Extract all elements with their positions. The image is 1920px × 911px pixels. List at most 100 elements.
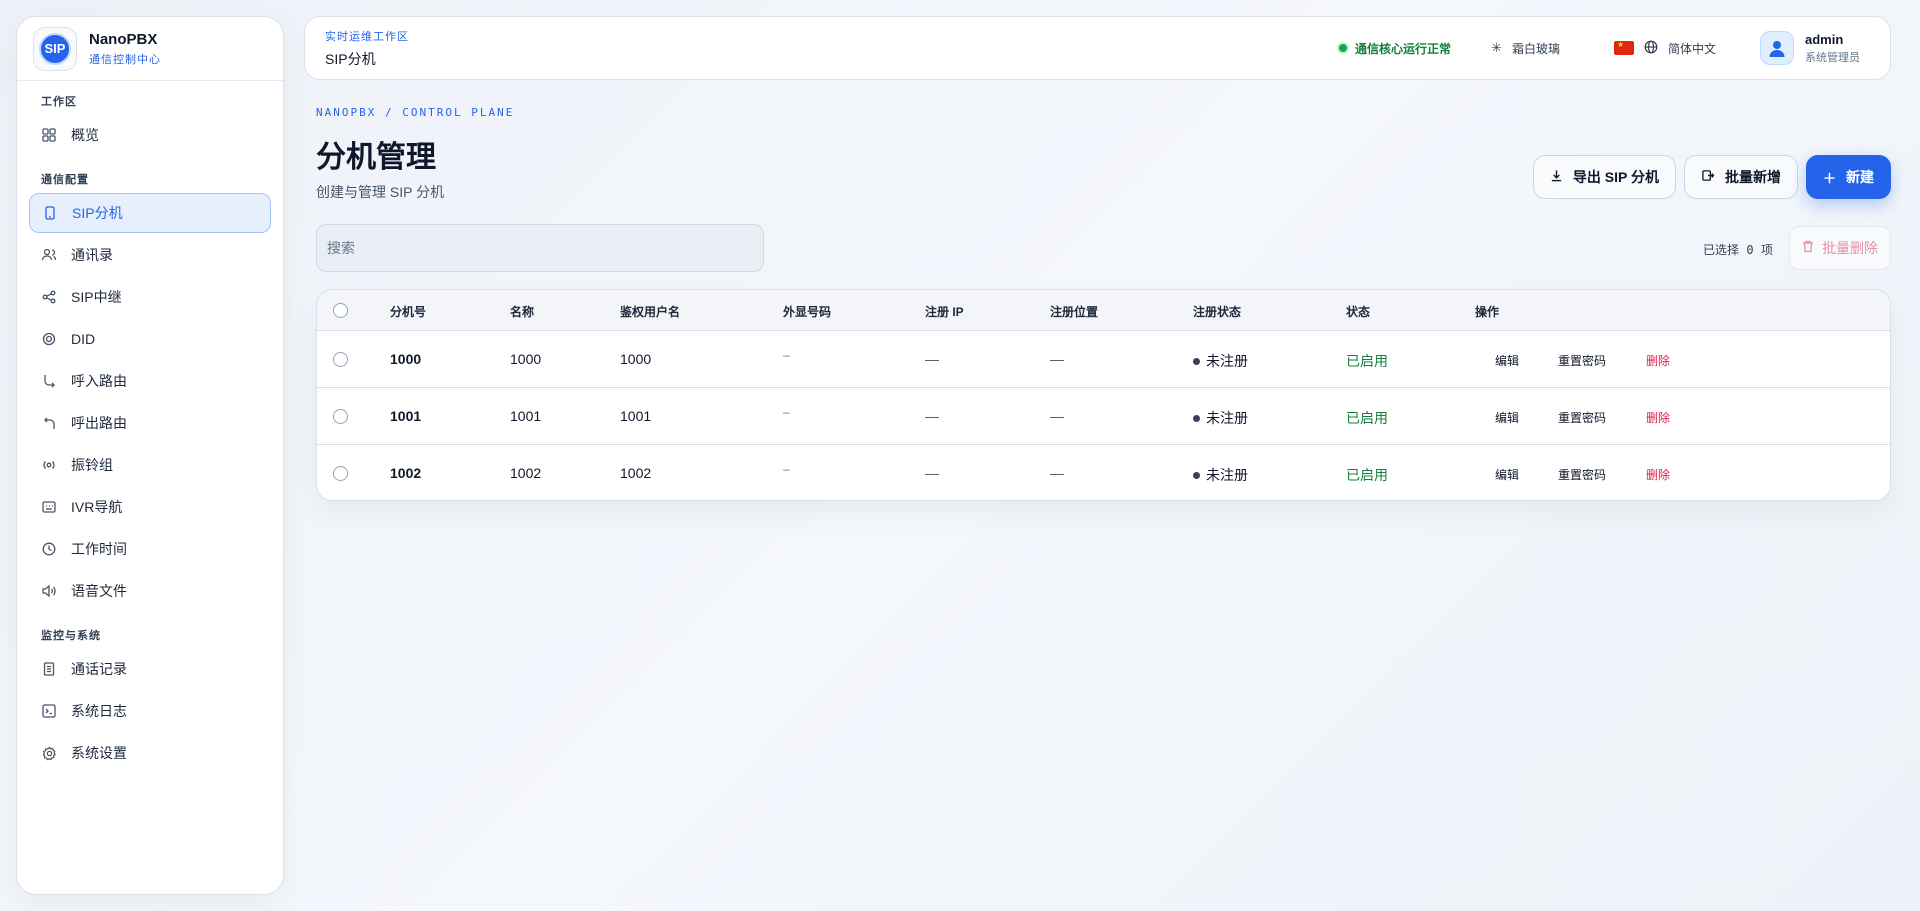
sidebar-item-label: 呼入路由 xyxy=(71,373,127,389)
sidebar-item-label: 振铃组 xyxy=(71,457,113,473)
delete-button[interactable]: 删除 xyxy=(1646,466,1670,483)
auth-username: 1001 xyxy=(620,408,652,424)
batch-import-icon xyxy=(1701,169,1715,185)
reg-status: 未注册 xyxy=(1193,465,1248,485)
brand-logo: SIP xyxy=(33,26,77,71)
share-icon xyxy=(41,289,57,305)
column-header-reg-location: 注册位置 xyxy=(1050,305,1099,319)
gear-icon xyxy=(41,745,57,761)
system-status: 通信核心运行正常 xyxy=(1339,40,1451,57)
user-role: 系统管理员 xyxy=(1805,51,1860,64)
sidebar-item-ivr[interactable]: IVR导航 xyxy=(29,487,271,527)
table-row: 1002 1002 1002 – — — 未注册 已启用 编辑 重置密码 删除 xyxy=(317,445,1890,500)
brand-subtitle: 通信控制中心 xyxy=(89,53,161,66)
auth-username: 1000 xyxy=(620,351,652,367)
column-header-caller-id: 外显号码 xyxy=(783,305,832,319)
did-icon xyxy=(41,331,57,347)
language-label: 简体中文 xyxy=(1667,41,1716,56)
sidebar-item-inbound-route[interactable]: 呼入路由 xyxy=(29,361,271,401)
enabled-status: 已启用 xyxy=(1346,467,1388,483)
batch-delete-button[interactable]: 批量删除 xyxy=(1789,226,1891,270)
sidebar-item-label: DID xyxy=(71,331,96,347)
document-icon xyxy=(41,661,57,677)
reg-status: 未注册 xyxy=(1193,351,1248,371)
brand: SIP NanoPBX 通信控制中心 xyxy=(17,17,283,81)
sidebar-item-system-logs[interactable]: 系统日志 xyxy=(29,691,271,731)
row-checkbox[interactable] xyxy=(333,409,348,424)
column-header-reg-status: 注册状态 xyxy=(1193,305,1242,319)
reset-password-button[interactable]: 重置密码 xyxy=(1558,466,1606,483)
clock-icon xyxy=(41,541,57,557)
table-header: 分机号 名称 鉴权用户名 外显号码 注册 IP 注册位置 注册状态 状态 操作 xyxy=(317,290,1890,331)
sidebar-item-business-hours[interactable]: 工作时间 xyxy=(29,529,271,569)
sidebar-item-call-records[interactable]: 通话记录 xyxy=(29,649,271,689)
reg-location: — xyxy=(1050,408,1064,424)
reg-location: — xyxy=(1050,465,1064,481)
china-flag-icon xyxy=(1613,40,1634,55)
ring-group-icon xyxy=(41,457,57,473)
column-header-extension: 分机号 xyxy=(390,305,427,319)
theme-switcher[interactable]: ✳ 霜白玻璃 xyxy=(1491,40,1560,57)
selection-count: 已选择 0 项 xyxy=(1703,241,1773,258)
edit-button[interactable]: 编辑 xyxy=(1495,409,1519,426)
export-button[interactable]: 导出 SIP 分机 xyxy=(1532,155,1676,199)
search-input[interactable] xyxy=(316,224,764,272)
extension-number: 1000 xyxy=(390,351,422,367)
sidebar-item-label: SIP分机 xyxy=(72,205,123,221)
workspace-eyebrow: 实时运维工作区 xyxy=(325,30,409,43)
delete-button[interactable]: 删除 xyxy=(1646,352,1670,369)
create-button-label: 新建 xyxy=(1846,169,1874,185)
sidebar-item-ring-group[interactable]: 振铃组 xyxy=(29,445,271,485)
reg-status-text: 未注册 xyxy=(1206,410,1248,426)
sidebar-item-overview[interactable]: 概览 xyxy=(29,115,271,155)
sidebar-item-label: 系统日志 xyxy=(71,703,127,719)
export-button-label: 导出 SIP 分机 xyxy=(1572,169,1659,185)
sidebar-item-contacts[interactable]: 通讯录 xyxy=(29,235,271,275)
batch-add-button[interactable]: 批量新增 xyxy=(1683,155,1798,199)
reset-password-button[interactable]: 重置密码 xyxy=(1558,409,1606,426)
page-actions: 导出 SIP 分机 批量新增 ＋ 新建 xyxy=(1525,155,1891,199)
reg-status: 未注册 xyxy=(1193,408,1248,428)
breadcrumb: NANOPBX / CONTROL PLANE xyxy=(316,106,515,119)
topbar-title: SIP分机 xyxy=(325,50,376,67)
sidebar-item-sip-extensions[interactable]: SIP分机 xyxy=(29,193,271,233)
inbound-route-icon xyxy=(41,373,57,389)
sidebar-item-sip-trunk[interactable]: SIP中继 xyxy=(29,277,271,317)
reset-password-button[interactable]: 重置密码 xyxy=(1558,352,1606,369)
extension-name: 1002 xyxy=(510,465,542,481)
column-header-name: 名称 xyxy=(510,305,535,319)
sidebar-item-label: 概览 xyxy=(71,127,99,143)
sidebar-item-audio-files[interactable]: 语音文件 xyxy=(29,571,271,611)
row-checkbox[interactable] xyxy=(333,466,348,481)
sidebar-item-did[interactable]: DID xyxy=(29,319,271,359)
reg-ip: — xyxy=(925,465,939,481)
sidebar-item-settings[interactable]: 系统设置 xyxy=(29,733,271,773)
sidebar-item-outbound-route[interactable]: 呼出路由 xyxy=(29,403,271,443)
language-switcher[interactable]: 简体中文 xyxy=(1613,40,1716,57)
edit-button[interactable]: 编辑 xyxy=(1495,466,1519,483)
plus-icon: ＋ xyxy=(1822,170,1836,186)
sidebar-item-label: 系统设置 xyxy=(71,745,127,761)
row-checkbox[interactable] xyxy=(333,352,348,367)
batch-delete-label: 批量删除 xyxy=(1822,240,1878,256)
table-row: 1001 1001 1001 – — — 未注册 已启用 编辑 重置密码 删除 xyxy=(317,388,1890,445)
outbound-route-icon xyxy=(41,415,57,431)
edit-button[interactable]: 编辑 xyxy=(1495,352,1519,369)
trash-icon xyxy=(1802,240,1814,256)
sip-logo-icon: SIP xyxy=(39,32,71,65)
ivr-icon xyxy=(41,499,57,515)
reg-location: — xyxy=(1050,351,1064,367)
caller-id: – xyxy=(783,405,790,419)
sidebar-item-label: 工作时间 xyxy=(71,541,127,557)
extension-name: 1000 xyxy=(510,351,542,367)
user-menu[interactable]: admin 系统管理员 xyxy=(1760,31,1860,65)
select-all-checkbox[interactable] xyxy=(333,303,348,318)
create-button[interactable]: ＋ 新建 xyxy=(1805,155,1891,199)
grid-icon xyxy=(41,127,57,143)
delete-button[interactable]: 删除 xyxy=(1646,409,1670,426)
selection-number: 0 xyxy=(1746,243,1754,257)
column-header-auth-username: 鉴权用户名 xyxy=(620,305,681,319)
extension-name: 1001 xyxy=(510,408,542,424)
sidebar: SIP NanoPBX 通信控制中心 工作区 概览 通信配置 SIP分机 通讯录… xyxy=(16,16,284,895)
status-dot-icon xyxy=(1193,471,1200,479)
